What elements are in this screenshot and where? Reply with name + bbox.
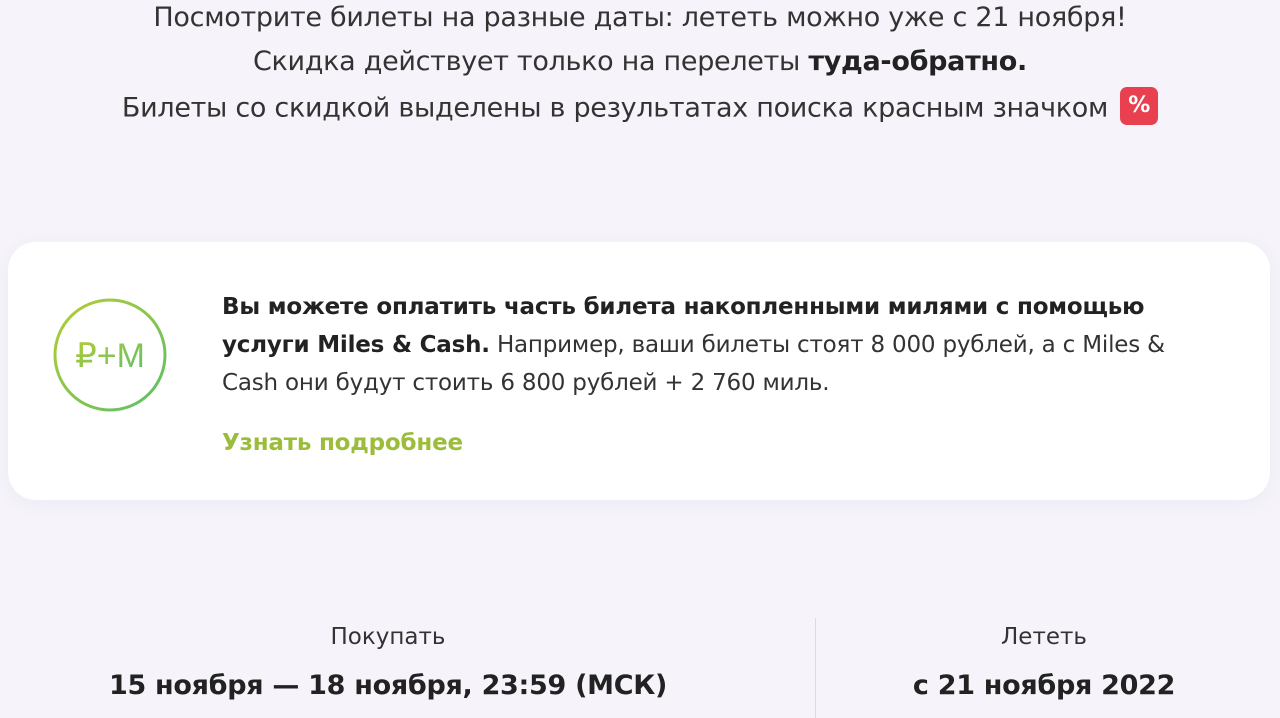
buy-period-label: Покупать <box>330 624 446 650</box>
fly-period-label: Лететь <box>1001 624 1087 650</box>
fly-period: Лететь с 21 ноября 2022 <box>816 615 1272 713</box>
intro-roundtrip-bold: туда-обратно. <box>808 46 1027 77</box>
discount-percent-icon: % <box>1120 87 1159 125</box>
intro-badge-label: Билеты со скидкой выделены в результатах… <box>121 92 1109 124</box>
learn-more-link[interactable]: Узнать подробнее <box>222 424 463 462</box>
ruble-plus-miles-icon: ₽+M <box>53 298 167 412</box>
intro-dates-text: Посмотрите билеты на разные даты: лететь… <box>153 2 1127 33</box>
intro-roundtrip-prefix: Скидка действует только на перелеты <box>253 46 809 77</box>
intro-roundtrip-text: Скидка действует только на перелеты туда… <box>0 44 1280 80</box>
buy-period: Покупать 15 ноября — 18 ноября, 23:59 (М… <box>0 615 776 713</box>
miles-cash-card: ₽+M Вы можете оплатить часть билета нако… <box>8 242 1270 500</box>
intro-badge-text: Билеты со скидкой выделены в результатах… <box>0 87 1280 128</box>
miles-logo-text: ₽+M <box>75 337 145 375</box>
fly-period-value: с 21 ноября 2022 <box>912 670 1176 701</box>
miles-cash-description: Вы можете оплатить часть билета накоплен… <box>222 288 1202 402</box>
buy-period-value: 15 ноября — 18 ноября, 23:59 (МСК) <box>108 670 668 701</box>
